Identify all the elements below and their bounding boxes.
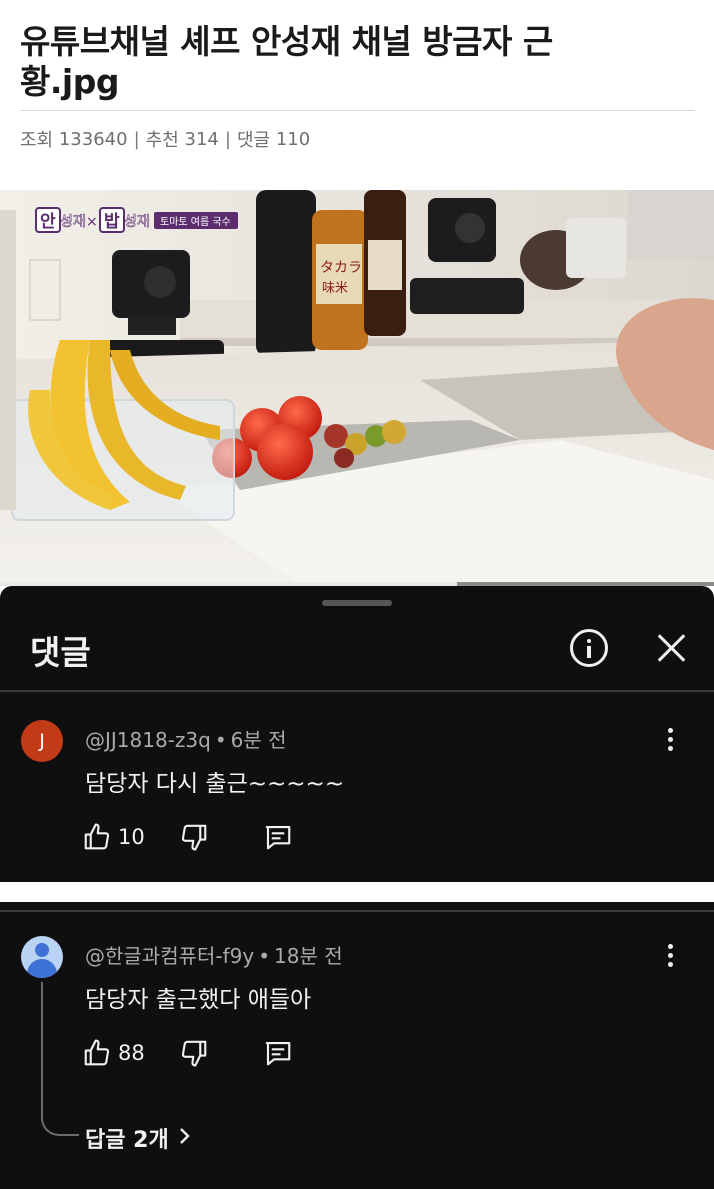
replies-label: 답글 2개 (85, 1128, 169, 1153)
meta-separator: | (133, 128, 140, 150)
avatar-letter: J (39, 730, 45, 752)
comments-count: 110 (275, 128, 311, 150)
comment-actions: 88 (82, 1038, 293, 1068)
thumb-up-icon[interactable] (82, 1038, 112, 1068)
more-vert-icon[interactable] (666, 728, 676, 752)
thumb-up-icon[interactable] (82, 822, 112, 852)
bottle-label-2: 味米 (322, 281, 348, 296)
comment-author[interactable]: @JJ1818-z3q (85, 728, 211, 752)
like-count: 10 (118, 825, 145, 849)
views-label: 조회 (20, 130, 54, 151)
meta-separator: | (224, 128, 231, 150)
thumb-down-icon[interactable] (179, 822, 209, 852)
info-icon[interactable] (570, 629, 608, 667)
recommend-label: 추천 (145, 130, 179, 151)
close-icon[interactable] (656, 632, 688, 664)
sheet-divider (0, 690, 714, 692)
video-player[interactable]: タカラ 味米 안 성재 × 밥 성재 토마토 여름 국수 (0, 190, 714, 585)
thumb-down-icon[interactable] (179, 1038, 209, 1068)
post-meta: 조회 133640 | 추천 314 | 댓글 110 (20, 126, 310, 152)
comment-actions: 10 (82, 822, 293, 852)
header-dot: • (258, 944, 271, 968)
comments-title: 댓글 (30, 633, 91, 672)
view-replies-button[interactable]: 답글 2개 (85, 1122, 191, 1154)
sheet-drag-handle[interactable] (322, 600, 392, 606)
comment-header: @한글과컴퓨터-f9y • 18분 전 (85, 940, 343, 969)
post-title: 유튜브채널 셰프 안성재 채널 방금자 근황.jpg (20, 22, 553, 101)
bottle-label: タカラ (320, 260, 362, 276)
episode-tag: 토마토 여름 국수 (160, 216, 231, 228)
recommend-count: 314 (184, 128, 219, 150)
header-dot: • (214, 728, 227, 752)
reply-icon[interactable] (263, 1038, 293, 1068)
comments-label: 댓글 (236, 130, 271, 151)
comment-time: 6분 전 (230, 728, 287, 752)
video-frame-image: タカラ 味米 안 성재 × 밥 성재 토마토 여름 국수 (0, 190, 714, 585)
logo-mark-left: 안 (40, 212, 56, 232)
like-count: 88 (118, 1041, 145, 1065)
comment-header: @JJ1818-z3q • 6분 전 (85, 724, 287, 753)
logo-x: × (86, 214, 98, 230)
more-vert-icon[interactable] (666, 944, 676, 968)
default-avatar-icon[interactable] (21, 936, 63, 978)
comment-text: 담당자 다시 출근~~~~~ (85, 771, 345, 797)
logo-mark-right: 밥 (104, 212, 120, 232)
logo-text-1: 성재 (60, 214, 86, 230)
logo-text-2: 성재 (124, 214, 150, 230)
chevron-right-icon (179, 1126, 191, 1151)
thread-connector (41, 982, 79, 1136)
sheet-divider (0, 910, 714, 912)
avatar[interactable]: J (21, 720, 63, 762)
comment-text: 담당자 출근했다 애들아 (85, 987, 312, 1013)
reply-icon[interactable] (263, 822, 293, 852)
views-count: 133640 (58, 128, 128, 150)
comment-time: 18분 전 (274, 944, 343, 968)
header-divider (20, 110, 695, 111)
comment-author[interactable]: @한글과컴퓨터-f9y (85, 944, 254, 968)
